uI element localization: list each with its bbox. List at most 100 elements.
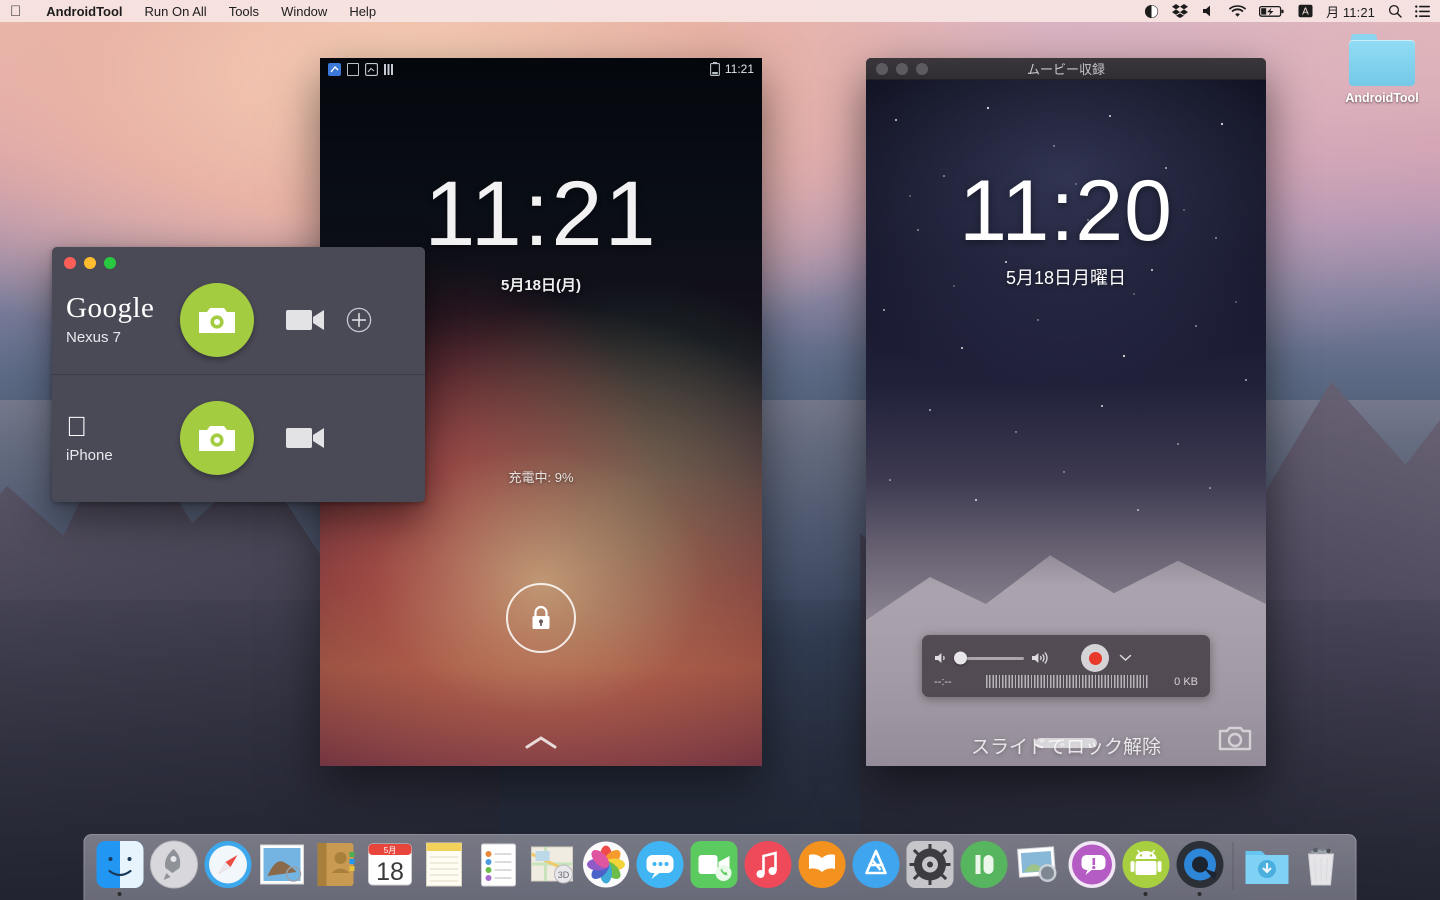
- record-video-button[interactable]: [286, 307, 326, 333]
- quicktime-controls-top-row: [934, 644, 1198, 672]
- camera-icon[interactable]: [1218, 724, 1252, 752]
- quicktime-movie-recording-window[interactable]: ムービー収録 11:20 5月18日月曜日 スライドでロック解除: [866, 58, 1266, 766]
- volume-slider-knob[interactable]: [954, 651, 967, 665]
- downloads-folder-icon: [1242, 840, 1291, 889]
- device-model-label: Nexus 7: [66, 328, 122, 346]
- quicktime-window-title: ムービー収録: [1026, 62, 1105, 77]
- device-row: Google Nexus 7: [52, 247, 425, 374]
- menu-bar:  AndroidTool Run On All Tools Window He…: [0, 0, 1440, 22]
- dock-item-launchpad[interactable]: [147, 836, 201, 898]
- signal-icon: [384, 63, 395, 76]
- dock-item-maps[interactable]: 3D: [525, 836, 579, 898]
- svg-text:18: 18: [376, 858, 404, 886]
- app-store-icon: [851, 840, 900, 889]
- svg-text:5月: 5月: [383, 846, 395, 855]
- dock-item-trash[interactable]: [1294, 836, 1348, 898]
- chevron-up-icon: [525, 736, 557, 749]
- dock-item-itunes[interactable]: [741, 836, 795, 898]
- dock-item-reminders[interactable]: [471, 836, 525, 898]
- quicktime-title-bar[interactable]: ムービー収録: [866, 58, 1266, 80]
- desktop-folder-androidtool[interactable]: AndroidTool: [1340, 34, 1424, 105]
- dock-item-app-store[interactable]: [849, 836, 903, 898]
- quicktime-controls-bottom-row: --:-- 0 KB: [934, 675, 1198, 688]
- dock-item-downloads[interactable]: [1240, 836, 1294, 898]
- iphone-lockscreen-clock: 11:20 5月18日月曜日: [866, 168, 1266, 290]
- maps-icon: 3D: [527, 840, 576, 889]
- safari-icon: [203, 840, 252, 889]
- android-lock-ring[interactable]: [506, 583, 576, 653]
- system-preferences-icon: [905, 840, 954, 889]
- folder-body: [1349, 40, 1415, 86]
- ibooks-icon: [797, 840, 846, 889]
- dock-item-quicktime[interactable]: [1173, 836, 1227, 898]
- add-device-button[interactable]: [346, 307, 372, 333]
- elapsed-time: --:--: [934, 675, 952, 688]
- battery-charging-icon[interactable]: [1259, 5, 1285, 18]
- screenshot-button[interactable]: [180, 282, 254, 357]
- running-indicator: [1197, 892, 1202, 896]
- dock-item-preview[interactable]: [1011, 836, 1065, 898]
- dock-item-ibooks[interactable]: [795, 836, 849, 898]
- running-indicator: [117, 892, 122, 896]
- dock-item-androidtool[interactable]: [1119, 836, 1173, 898]
- pushbullet-icon: [959, 840, 1008, 889]
- dock-item-facetime[interactable]: [687, 836, 741, 898]
- menu-item-run-on-all[interactable]: Run On All: [134, 4, 218, 19]
- volume-high-icon: [1031, 651, 1051, 665]
- contrast-icon[interactable]: [1144, 4, 1159, 19]
- search-icon[interactable]: [1388, 4, 1402, 18]
- dock-item-notes[interactable]: [417, 836, 471, 898]
- google-wordmark: Google: [66, 291, 155, 324]
- reminders-icon: [473, 840, 522, 889]
- quicktime-icon: [1175, 840, 1224, 889]
- dock-item-messages[interactable]: [633, 836, 687, 898]
- menu-item-androidtool[interactable]: AndroidTool: [35, 4, 133, 19]
- record-button[interactable]: [1081, 644, 1109, 672]
- alert-app-icon: [1067, 840, 1116, 889]
- input-source-icon[interactable]: A: [1298, 4, 1313, 18]
- dock-item-mail[interactable]: [255, 836, 309, 898]
- dock-item-photos[interactable]: [579, 836, 633, 898]
- apple-logo-icon[interactable]: : [10, 4, 21, 19]
- quicktime-recording-controls[interactable]: --:-- 0 KB: [922, 635, 1210, 697]
- wifi-icon[interactable]: [1229, 4, 1247, 18]
- menu-item-help[interactable]: Help: [338, 4, 387, 19]
- volume-slider[interactable]: [954, 651, 1024, 665]
- volume-icon[interactable]: [1201, 4, 1216, 18]
- sync-icon: [328, 62, 341, 76]
- menu-item-tools[interactable]: Tools: [218, 4, 270, 19]
- menu-bar-tray: A 月 11:21: [1144, 2, 1432, 21]
- menu-bar-clock[interactable]: 月 11:21: [1326, 2, 1375, 21]
- camera-icon: [199, 426, 235, 451]
- chevron-down-icon[interactable]: [1119, 654, 1132, 662]
- finder-icon: [95, 840, 144, 889]
- android-status-right: 11:21: [709, 62, 754, 76]
- video-camera-icon: [286, 309, 324, 330]
- android-swipe-up-hint[interactable]: [320, 734, 762, 752]
- dock-item-contacts[interactable]: [309, 836, 363, 898]
- apple-logo-icon: : [66, 412, 180, 441]
- record-video-button[interactable]: [286, 425, 326, 451]
- calendar-icon: 5月 18: [365, 840, 414, 889]
- device-model-label: iPhone: [66, 432, 113, 464]
- dock-item-alert-app[interactable]: [1065, 836, 1119, 898]
- androidtool-window[interactable]: Google Nexus 7  iPhone: [52, 247, 425, 502]
- dock-item-pushbullet[interactable]: [957, 836, 1011, 898]
- android-status-icons: [328, 62, 395, 76]
- dock-item-calendar[interactable]: 5月 18: [363, 836, 417, 898]
- home-indicator: [1035, 738, 1097, 748]
- svg-text:A: A: [1302, 7, 1309, 18]
- messages-icon: [635, 840, 684, 889]
- file-size: 0 KB: [1174, 675, 1198, 688]
- screenshot-button[interactable]: [180, 401, 254, 475]
- android-status-bar: 11:21: [320, 58, 762, 80]
- folder-icon: [1349, 34, 1415, 86]
- notification-center-icon[interactable]: [1415, 4, 1430, 18]
- dock-item-safari[interactable]: [201, 836, 255, 898]
- dock-item-system-preferences[interactable]: [903, 836, 957, 898]
- trash-icon: [1296, 840, 1345, 889]
- menu-item-window[interactable]: Window: [270, 4, 338, 19]
- dropbox-icon[interactable]: [1172, 4, 1189, 18]
- dock-item-finder[interactable]: [93, 836, 147, 898]
- device-info-google: Google Nexus 7: [52, 291, 180, 346]
